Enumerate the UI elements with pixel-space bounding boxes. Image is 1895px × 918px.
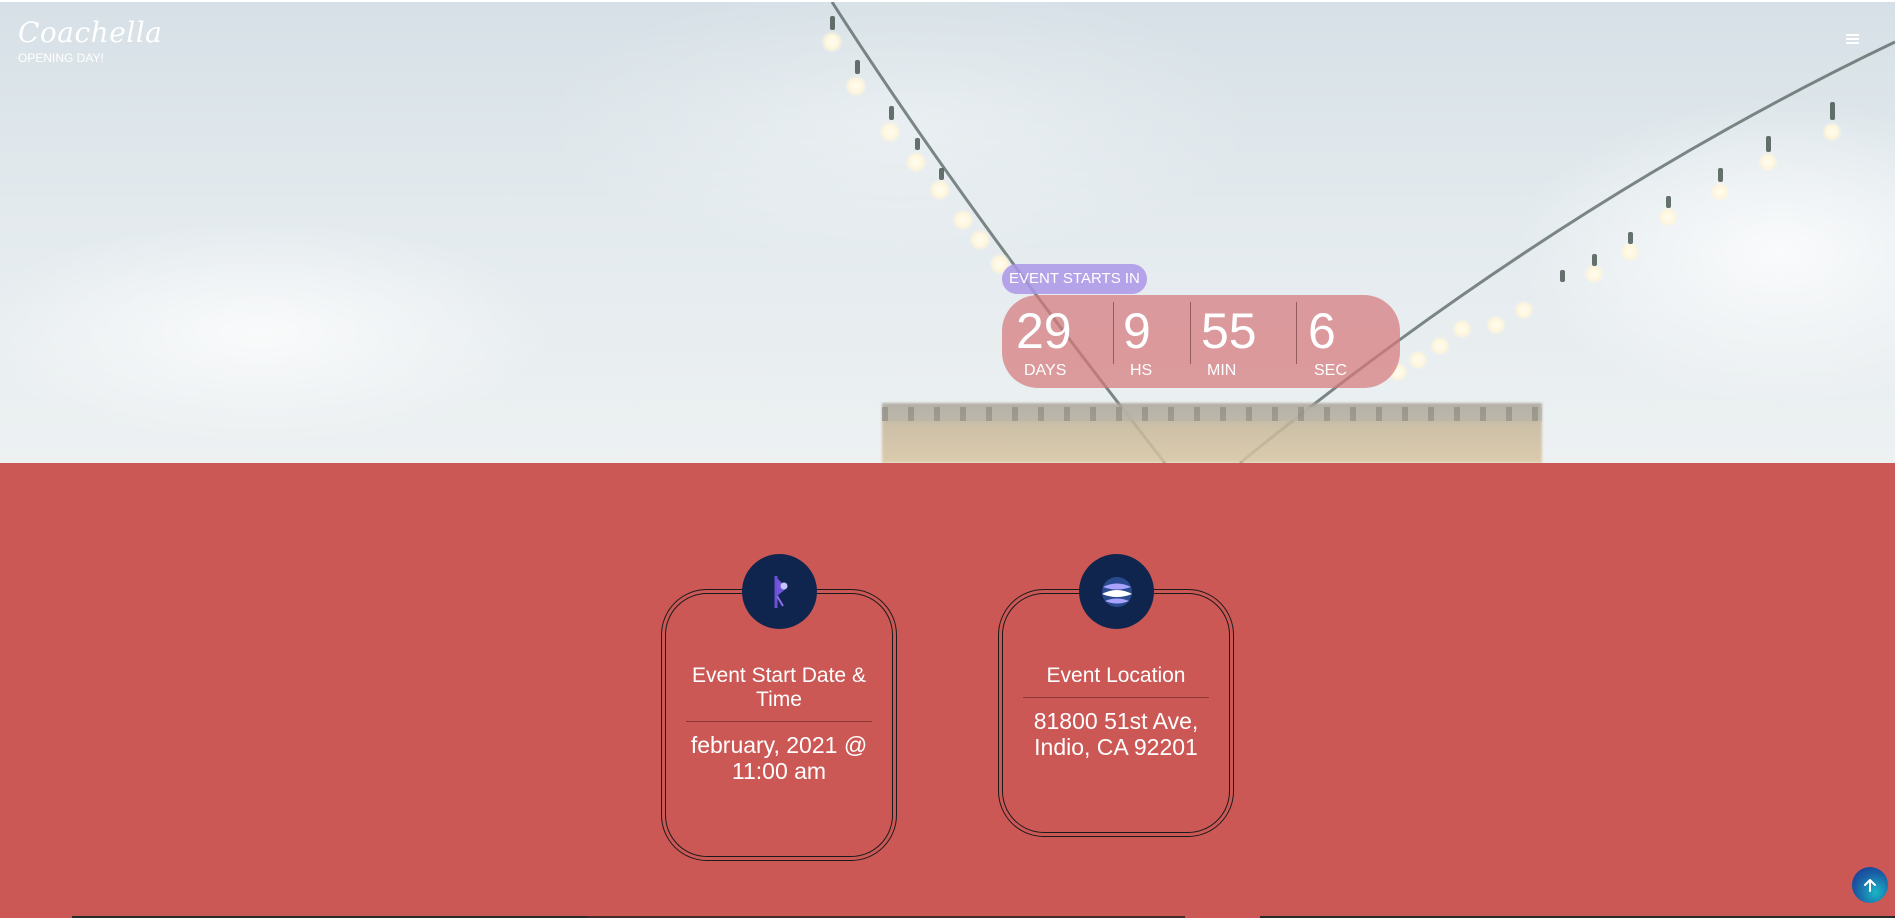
flag-icon [742,554,817,629]
page: Coachella OPENING DAY! EVENT STARTS IN 2… [0,0,1895,918]
countdown-days-value: 29 [1016,303,1072,359]
countdown-minutes-label: MIN [1207,362,1237,379]
countdown-divider [1190,302,1191,364]
string-lights-image [821,2,1895,463]
stage-truss-image [882,407,1542,421]
hamburger-menu-icon[interactable] [1846,34,1859,46]
planet-globe-icon [1079,554,1154,629]
countdown-days-label: DAYS [1024,362,1067,379]
countdown-timer: 29 DAYS 9 HS 55 MIN 6 SEC [1002,295,1400,388]
countdown-seconds-label: SEC [1314,362,1347,379]
card-value: 81800 51st Ave, Indio, CA 92201 [1033,708,1199,760]
brand-name[interactable]: Coachella [18,16,162,50]
countdown-seconds-value: 6 [1308,303,1336,359]
countdown-hours-label: HS [1130,362,1153,379]
countdown-minutes-value: 55 [1201,303,1257,359]
brand: Coachella OPENING DAY! [18,16,162,65]
card-value: february, 2021 @ 11:00 am [690,732,868,784]
scroll-to-top-button[interactable] [1852,867,1888,903]
countdown-hours-value: 9 [1123,303,1151,359]
event-date-card: Event Start Date & Time february, 2021 @… [661,589,897,861]
countdown-divider [1113,302,1114,364]
brand-tagline: OPENING DAY! [18,51,104,65]
card-divider [1023,697,1209,698]
arrow-up-icon [1864,879,1876,892]
card-divider [686,721,872,722]
hero-banner: Coachella OPENING DAY! EVENT STARTS IN 2… [0,0,1895,463]
countdown-label: EVENT STARTS IN [1002,264,1147,294]
countdown-divider [1296,302,1297,364]
